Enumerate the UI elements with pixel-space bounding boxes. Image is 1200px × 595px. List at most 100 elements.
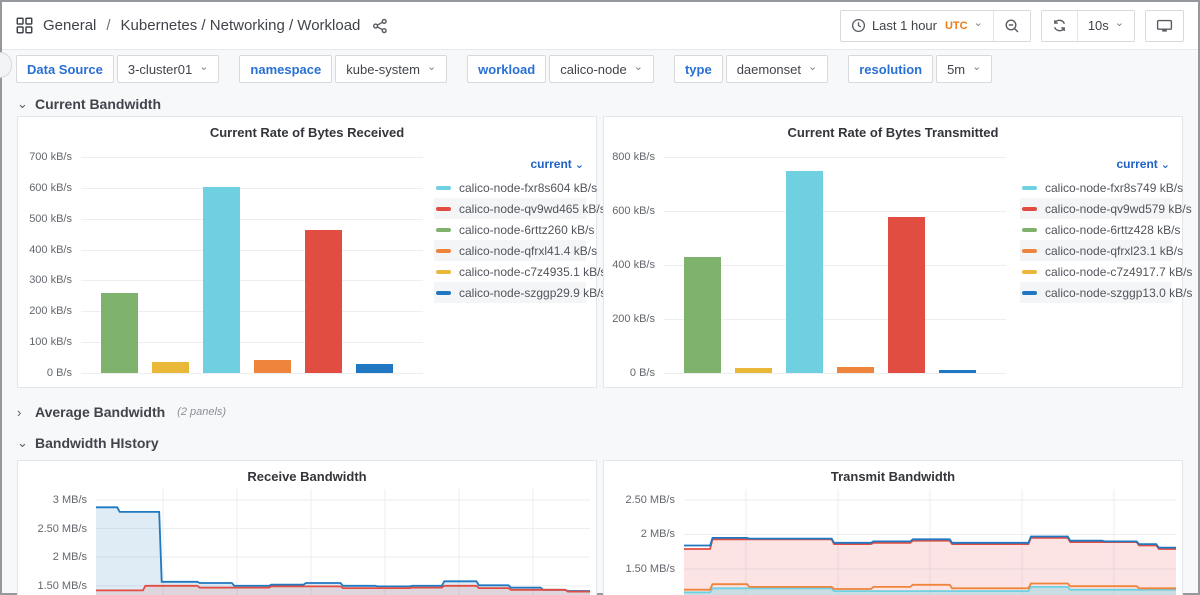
apps-grid-icon[interactable] xyxy=(16,17,33,34)
refresh-interval-label: 10s xyxy=(1088,18,1109,33)
refresh-button[interactable] xyxy=(1042,11,1077,41)
variable-value-dropdown[interactable]: 5m⌄ xyxy=(936,55,992,83)
row-title: Current Bandwidth xyxy=(35,96,161,112)
chevron-down-icon: ⌄ xyxy=(17,435,27,451)
bar-calico-node-qv9wd xyxy=(305,230,342,373)
bar-calico-node-szggp xyxy=(356,364,393,373)
gridline xyxy=(664,157,1006,158)
legend-color-swatch xyxy=(1022,186,1037,190)
template-variables-bar: Data Source3-cluster01⌄ namespacekube-sys… xyxy=(2,50,1198,90)
clock-icon xyxy=(851,18,866,33)
variable-value-dropdown[interactable]: calico-node⌄ xyxy=(549,55,654,83)
time-series-chart xyxy=(18,489,598,595)
y-axis-tick: 400 kB/s xyxy=(585,259,655,271)
legend-color-swatch xyxy=(436,228,451,232)
legend-color-swatch xyxy=(1022,249,1037,253)
panel-title[interactable]: Receive Bandwidth xyxy=(18,469,596,484)
zoom-out-button[interactable] xyxy=(993,11,1030,41)
legend-item-calico-node-c7z49[interactable]: calico-node-c7z4917.7 kB/s xyxy=(1020,261,1172,282)
panel-transmit-bandwidth: Transmit Bandwidth 2.50 MB/s2 MB/s1.50 M… xyxy=(603,460,1183,595)
nav-controls: Last 1 hour UTC ⌄ 10s ⌄ xyxy=(840,10,1184,42)
legend-color-swatch xyxy=(1022,228,1037,232)
legend-item-calico-node-6rttz[interactable]: calico-node-6rttz260 kB/s xyxy=(434,219,586,240)
bar-calico-node-c7z49 xyxy=(735,368,772,373)
bar-calico-node-fxr8s xyxy=(203,187,240,373)
legend-item-calico-node-qv9wd[interactable]: calico-node-qv9wd579 kB/s xyxy=(1020,198,1172,219)
row-header-bandwidth-history[interactable]: ⌄ Bandwidth HIstory xyxy=(9,431,1191,455)
legend-item-calico-node-szggp[interactable]: calico-node-szggp29.9 kB/s xyxy=(434,282,586,303)
gridline xyxy=(664,373,1006,374)
chevron-down-icon: ⌄ xyxy=(17,96,27,112)
share-icon[interactable] xyxy=(372,18,388,34)
legend-color-swatch xyxy=(436,186,451,190)
legend: current⌄ calico-node-fxr8s604 kB/scalico… xyxy=(434,155,586,303)
legend-sort-current[interactable]: current⌄ xyxy=(1020,155,1172,177)
variable-label: type xyxy=(674,55,723,83)
bar-calico-node-6rttz xyxy=(101,293,138,373)
variable-value-dropdown[interactable]: kube-system⌄ xyxy=(335,55,447,83)
panel-title[interactable]: Current Rate of Bytes Transmitted xyxy=(604,125,1182,140)
row-title: Average Bandwidth xyxy=(35,404,165,420)
chevron-down-icon: ⌄ xyxy=(427,62,436,73)
legend-color-swatch xyxy=(1022,207,1037,211)
monitor-icon xyxy=(1156,18,1173,34)
legend-item-calico-node-qfrxl[interactable]: calico-node-qfrxl23.1 kB/s xyxy=(1020,240,1172,261)
breadcrumb-folder[interactable]: General xyxy=(43,17,96,34)
variable-value-dropdown[interactable]: daemonset⌄ xyxy=(726,55,829,83)
legend-sort-current[interactable]: current⌄ xyxy=(434,155,586,177)
gridline xyxy=(81,188,423,189)
legend-color-swatch xyxy=(1022,270,1037,274)
row-header-current-bandwidth[interactable]: ⌄ Current Bandwidth xyxy=(9,92,1191,116)
row-panel-count: (2 panels) xyxy=(177,406,226,418)
y-axis-tick: 200 kB/s xyxy=(585,313,655,325)
bar-calico-node-qfrxl xyxy=(837,367,874,373)
chevron-down-icon: ⌄ xyxy=(808,62,817,73)
bar-calico-node-fxr8s xyxy=(786,171,823,373)
chevron-down-icon: ⌄ xyxy=(634,62,643,73)
legend-item-calico-node-qfrxl[interactable]: calico-node-qfrxl41.4 kB/s xyxy=(434,240,586,261)
gridline xyxy=(81,157,423,158)
legend-item-calico-node-szggp[interactable]: calico-node-szggp13.0 kB/s xyxy=(1020,282,1172,303)
variable-workload: workloadcalico-node⌄ xyxy=(467,55,654,83)
line-series-blue xyxy=(96,507,590,591)
gridline xyxy=(81,280,423,281)
variable-type: typedaemonset⌄ xyxy=(674,55,828,83)
variable-resolution: resolution5m⌄ xyxy=(848,55,992,83)
y-axis-tick: 800 kB/s xyxy=(585,151,655,163)
panel-title[interactable]: Transmit Bandwidth xyxy=(604,469,1182,484)
variable-value-dropdown[interactable]: 3-cluster01⌄ xyxy=(117,55,220,83)
row-header-average-bandwidth[interactable]: › Average Bandwidth (2 panels) xyxy=(9,400,1191,424)
variable-namespace: namespacekube-system⌄ xyxy=(239,55,447,83)
y-axis-tick: 300 kB/s xyxy=(2,274,72,286)
variable-label: resolution xyxy=(848,55,933,83)
chevron-down-icon: ⌄ xyxy=(575,159,584,171)
legend-item-calico-node-6rttz[interactable]: calico-node-6rttz428 kB/s xyxy=(1020,219,1172,240)
time-series-chart xyxy=(604,489,1184,595)
y-axis-tick: 600 kB/s xyxy=(2,182,72,194)
bar-calico-node-c7z49 xyxy=(152,362,189,373)
time-range-label: Last 1 hour xyxy=(872,18,937,33)
breadcrumb-dashboard[interactable]: Kubernetes / Networking / Workload xyxy=(121,17,361,34)
time-range-picker[interactable]: Last 1 hour UTC ⌄ xyxy=(841,11,993,41)
refresh-interval-dropdown[interactable]: 10s ⌄ xyxy=(1077,11,1134,41)
legend-item-calico-node-fxr8s[interactable]: calico-node-fxr8s604 kB/s xyxy=(434,177,586,198)
bar-chart-transmitted: 0 B/s200 kB/s400 kB/s600 kB/s800 kB/s xyxy=(664,157,1006,373)
kiosk-mode-button[interactable] xyxy=(1146,11,1183,41)
variable-label: Data Source xyxy=(16,55,114,83)
legend-item-calico-node-c7z49[interactable]: calico-node-c7z4935.1 kB/s xyxy=(434,261,586,282)
panel-title[interactable]: Current Rate of Bytes Received xyxy=(18,125,596,140)
legend-item-calico-node-fxr8s[interactable]: calico-node-fxr8s749 kB/s xyxy=(1020,177,1172,198)
timezone-label: UTC xyxy=(945,20,968,32)
legend-color-swatch xyxy=(436,249,451,253)
legend: current⌄ calico-node-fxr8s749 kB/scalico… xyxy=(1020,155,1172,303)
chevron-down-icon: ⌄ xyxy=(974,18,983,29)
row-title: Bandwidth HIstory xyxy=(35,435,159,451)
chevron-down-icon: ⌄ xyxy=(199,62,208,73)
bar-calico-node-6rttz xyxy=(684,257,721,373)
y-axis-tick: 600 kB/s xyxy=(585,205,655,217)
y-axis-tick: 0 B/s xyxy=(585,367,655,379)
legend-color-swatch xyxy=(1022,291,1037,295)
gridline xyxy=(664,211,1006,212)
legend-item-calico-node-qv9wd[interactable]: calico-node-qv9wd465 kB/s xyxy=(434,198,586,219)
chevron-down-icon: ⌄ xyxy=(972,62,981,73)
